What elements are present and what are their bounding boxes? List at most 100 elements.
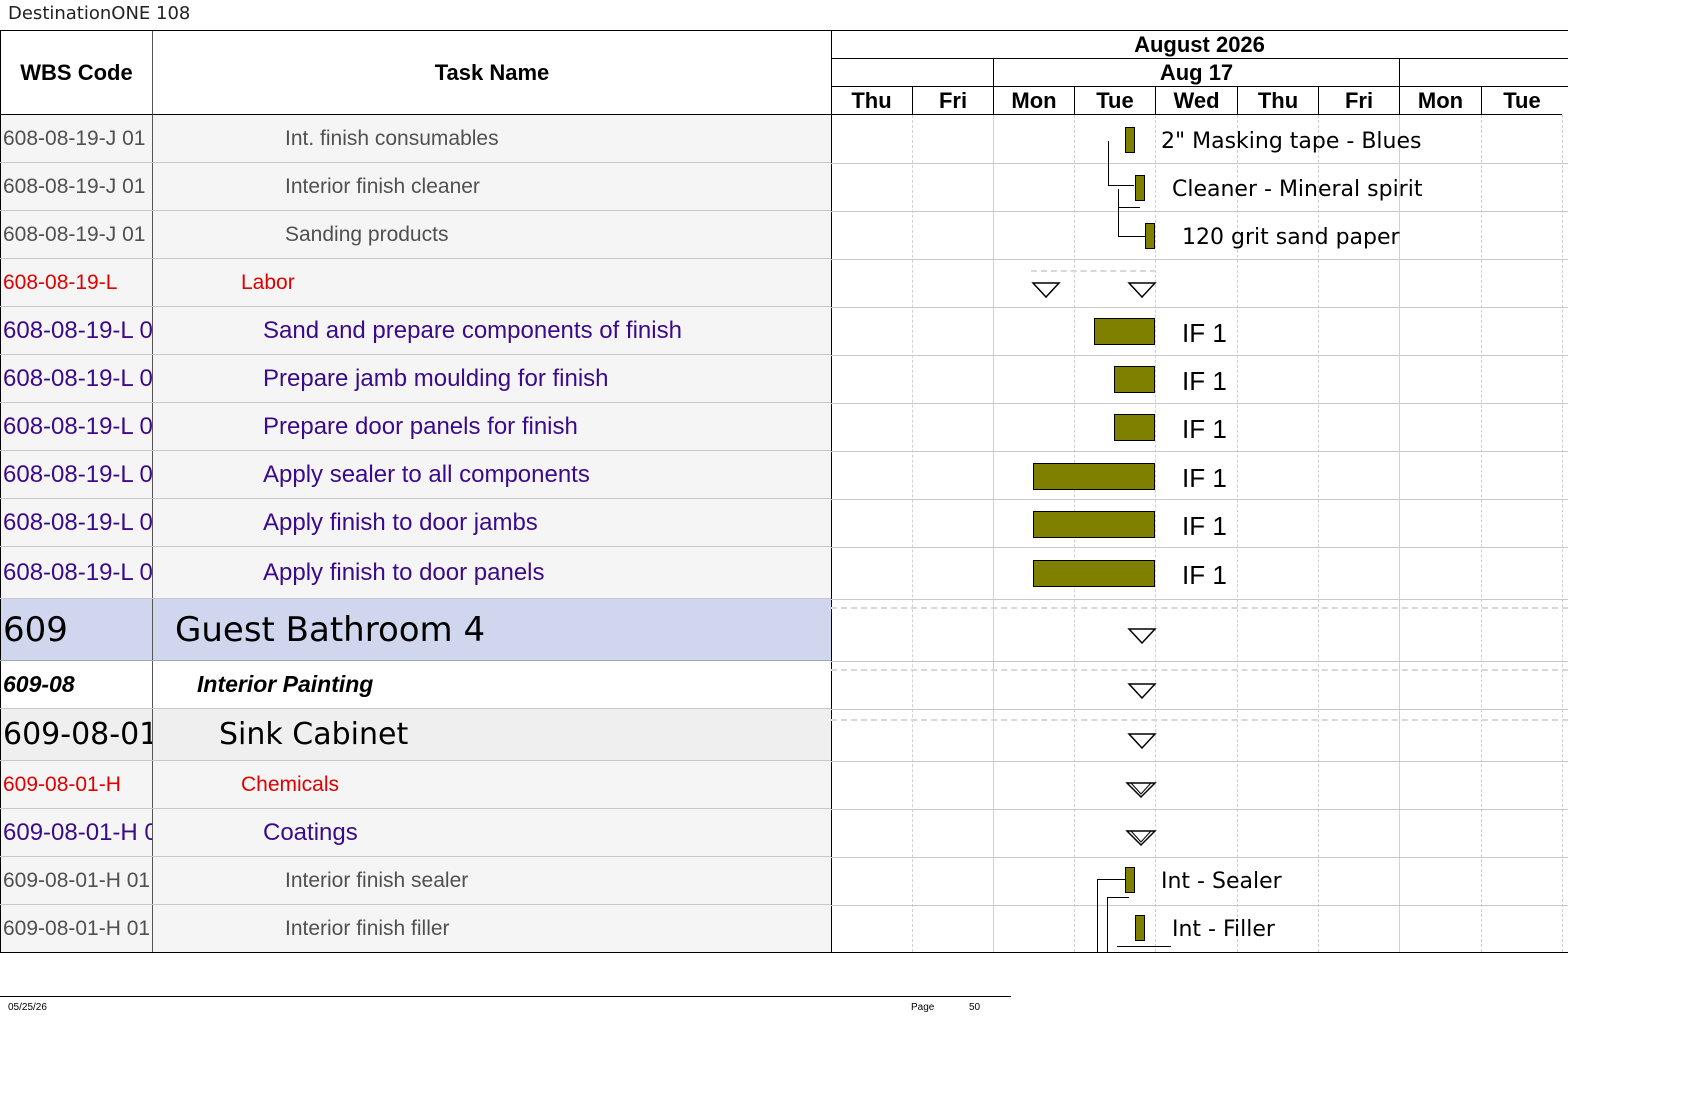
timeline-week-next	[1399, 59, 1568, 87]
row-line	[831, 163, 1568, 164]
timeline-day: Wed	[1155, 87, 1237, 115]
task-name: Prepare door panels for finish	[263, 412, 578, 440]
task-row[interactable]: 608-08-19-L 02 Prepare jamb moulding for…	[0, 355, 831, 403]
row-line	[831, 355, 1568, 356]
row-line	[831, 599, 1568, 600]
task-row[interactable]: 608-08-19-J 01 Interior finish cleaner	[0, 163, 831, 211]
task-name-column-header[interactable]: Task Name	[153, 31, 831, 115]
wbs-code: 608-08-19-L 05	[0, 499, 153, 546]
footer-divider	[0, 996, 1011, 997]
task-row[interactable]: 608-08-19-L 05 Apply finish to door jamb…	[0, 499, 831, 547]
wbs-code: 609-08-01-H 01	[0, 905, 153, 952]
task-row[interactable]: 608-08-19-L 06 Apply finish to door pane…	[0, 547, 831, 599]
component-row[interactable]: 609-08-01 Sink Cabinet	[0, 709, 831, 761]
task-name: Coatings	[263, 818, 358, 846]
row-line	[831, 809, 1568, 810]
wbs-code: 609-08-01-H	[0, 761, 153, 808]
timeline-day: Thu	[831, 87, 912, 115]
phase-row[interactable]: 609-08 Interior Painting	[0, 661, 831, 709]
dependency-connector	[1118, 207, 1140, 208]
timeline-week-prev	[831, 59, 993, 87]
wbs-code: 608-08-19-J 01	[0, 115, 153, 162]
timeline-day: Tue	[1481, 87, 1562, 115]
task-row[interactable]: 608-08-19-J 01 Int. finish consumables	[0, 115, 831, 163]
task-row[interactable]: 608-08-19-L 01 Sand and prepare componen…	[0, 307, 831, 355]
gantt-bar[interactable]	[1033, 463, 1155, 490]
wbs-code: 608-08-19-L 04	[0, 451, 153, 498]
gantt-bar[interactable]	[1033, 560, 1155, 587]
wbs-code: 608-08-19-L 06	[0, 547, 153, 598]
wbs-code: 608-08-19-L 01	[0, 307, 153, 354]
gantt-bar[interactable]	[1033, 511, 1155, 538]
row-line	[831, 307, 1568, 308]
timeline-day: Fri	[912, 87, 993, 115]
task-grid: WBS Code Task Name 608-08-19-J 01 Int. f…	[0, 31, 832, 952]
row-line	[831, 451, 1568, 452]
bar-label: Cleaner - Mineral spirit	[1172, 177, 1423, 202]
summary-line	[831, 669, 1568, 671]
row-line	[831, 403, 1568, 404]
task-row[interactable]: 609-08-01-H 01 Interior finish sealer	[0, 857, 831, 905]
summary-line	[1031, 270, 1156, 272]
row-line	[831, 547, 1568, 548]
grid-line	[1562, 115, 1563, 952]
summary-marker-icon	[1125, 830, 1157, 847]
timeline-day: Fri	[1318, 87, 1399, 115]
task-row[interactable]: 608-08-19-L 03 Prepare door panels for f…	[0, 403, 831, 451]
summary-line	[831, 719, 1568, 721]
grid-line	[912, 115, 913, 952]
bar-label: IF 1	[1182, 560, 1227, 590]
bar-label: 2" Masking tape - Blues	[1161, 129, 1422, 154]
bar-label: 120 grit sand paper	[1182, 225, 1400, 250]
grid-line	[993, 115, 994, 952]
document-title: DestinationONE 108	[8, 3, 191, 24]
gantt-table: WBS Code Task Name 608-08-19-J 01 Int. f…	[0, 30, 1568, 953]
wbs-code: 608-08-19-L 03	[0, 403, 153, 450]
task-row[interactable]: 608-08-19-L 04 Apply sealer to all compo…	[0, 451, 831, 499]
wbs-code: 609	[0, 599, 153, 660]
row-line	[831, 709, 1568, 710]
timeline-day: Tue	[1074, 87, 1155, 115]
wbs-code: 609-08-01-H 01	[0, 857, 153, 904]
task-name: Chemicals	[241, 772, 340, 796]
task-name: Prepare jamb moulding for finish	[263, 364, 609, 392]
footer-page-number: 50	[969, 1002, 981, 1013]
gantt-bar[interactable]	[1145, 223, 1155, 249]
task-name: Apply finish to door panels	[263, 558, 545, 586]
gantt-bar[interactable]	[1094, 318, 1155, 345]
room-row[interactable]: 609 Guest Bathroom 4	[0, 599, 831, 661]
task-row[interactable]: 609-08-01-H 01 Interior finish filler	[0, 905, 831, 952]
footer-date: 05/25/26	[8, 1002, 47, 1013]
task-name: Sand and prepare components of finish	[263, 316, 682, 344]
bar-label: IF 1	[1182, 511, 1227, 541]
wbs-code: 608-08-19-L 02	[0, 355, 153, 402]
wbs-column-header[interactable]: WBS Code	[0, 31, 153, 115]
task-row[interactable]: 608-08-19-L Labor	[0, 259, 831, 307]
dependency-connector	[1107, 897, 1108, 952]
bar-label: IF 1	[1182, 414, 1227, 444]
row-line	[831, 259, 1568, 260]
gantt-bar[interactable]	[1135, 915, 1145, 941]
gantt-bar[interactable]	[1125, 867, 1135, 893]
task-row[interactable]: 608-08-19-J 01 Sanding products	[0, 211, 831, 259]
wbs-code: 609-08	[0, 661, 153, 708]
task-row[interactable]: 609-08-01-H Chemicals	[0, 761, 831, 809]
wbs-code: 609-08-01	[0, 709, 153, 760]
dependency-connector	[1117, 946, 1171, 947]
gantt-bar[interactable]	[1114, 414, 1155, 441]
row-line	[831, 857, 1568, 858]
grid-line	[1481, 115, 1482, 952]
gantt-bar[interactable]	[1125, 127, 1135, 153]
gantt-bar[interactable]	[1114, 366, 1155, 393]
row-line	[831, 499, 1568, 500]
row-line	[831, 211, 1568, 212]
task-name: Int. finish consumables	[285, 126, 499, 150]
summary-marker-icon	[1127, 282, 1157, 299]
summary-line	[831, 607, 1568, 609]
grid-line	[1155, 115, 1156, 952]
timeline-day: Thu	[1237, 87, 1318, 115]
row-line	[831, 761, 1568, 762]
gantt-bar[interactable]	[1135, 175, 1145, 201]
summary-marker-icon	[1127, 683, 1157, 700]
task-row[interactable]: 609-08-01-H 01 Coatings	[0, 809, 831, 857]
